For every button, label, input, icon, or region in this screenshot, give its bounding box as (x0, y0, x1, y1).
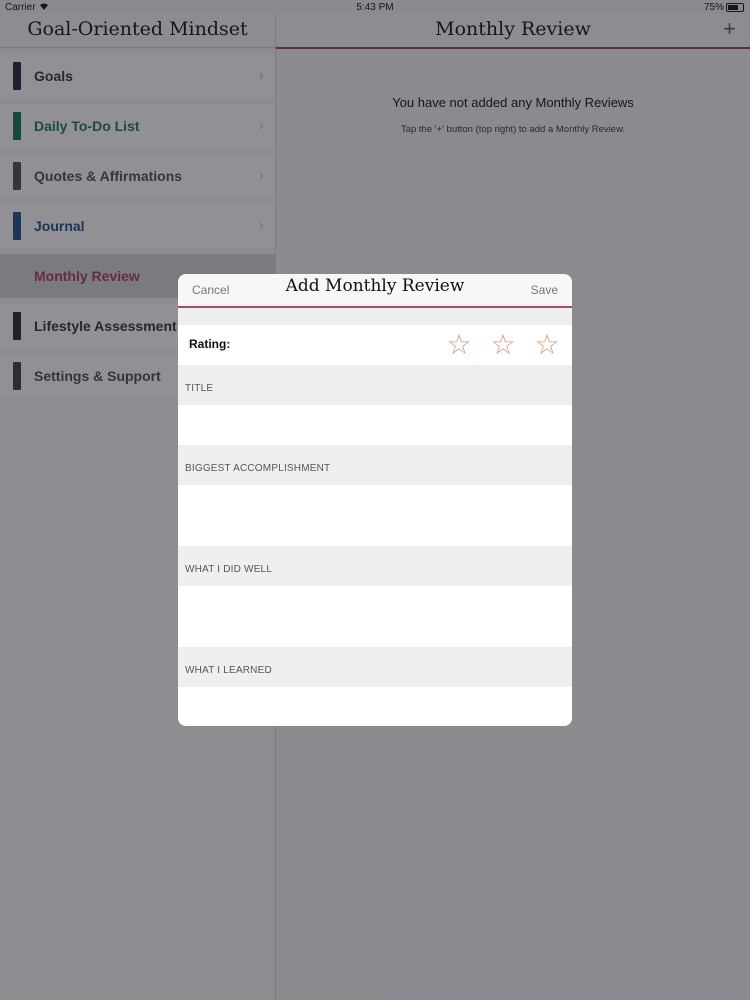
title-field[interactable] (178, 405, 572, 445)
what-i-did-well-field[interactable] (178, 586, 572, 647)
section-label: WHAT I LEARNED (185, 665, 272, 676)
section-header-what-i-did-well: WHAT I DID WELL (178, 546, 572, 586)
star-icon[interactable]: ☆ (488, 330, 518, 360)
section-label: TITLE (185, 383, 214, 394)
save-button[interactable]: Save (531, 283, 558, 297)
biggest-accomplishment-field[interactable] (178, 485, 572, 546)
what-i-learned-field[interactable] (178, 687, 572, 726)
section-header-biggest-accomplishment: BIGGEST ACCOMPLISHMENT (178, 445, 572, 485)
section-header-what-i-learned: WHAT I LEARNED (178, 647, 572, 687)
section-header-title: TITLE (178, 365, 572, 405)
add-monthly-review-modal: Cancel Add Monthly Review Save Rating: ☆… (178, 274, 572, 726)
spacer (178, 308, 572, 325)
modal-body: Rating: ☆ ☆ ☆ TITLE BIGGEST ACCOMPLISHME… (178, 308, 572, 726)
section-label: WHAT I DID WELL (185, 564, 273, 575)
star-icon[interactable]: ☆ (444, 330, 474, 360)
modal-header: Cancel Add Monthly Review Save (178, 274, 572, 308)
rating-stars: ☆ ☆ ☆ (444, 330, 562, 360)
rating-row: Rating: ☆ ☆ ☆ (178, 325, 572, 365)
star-icon[interactable]: ☆ (532, 330, 562, 360)
modal-title: Add Monthly Review (285, 276, 465, 296)
rating-label: Rating: (189, 337, 231, 351)
section-label: BIGGEST ACCOMPLISHMENT (185, 463, 331, 474)
